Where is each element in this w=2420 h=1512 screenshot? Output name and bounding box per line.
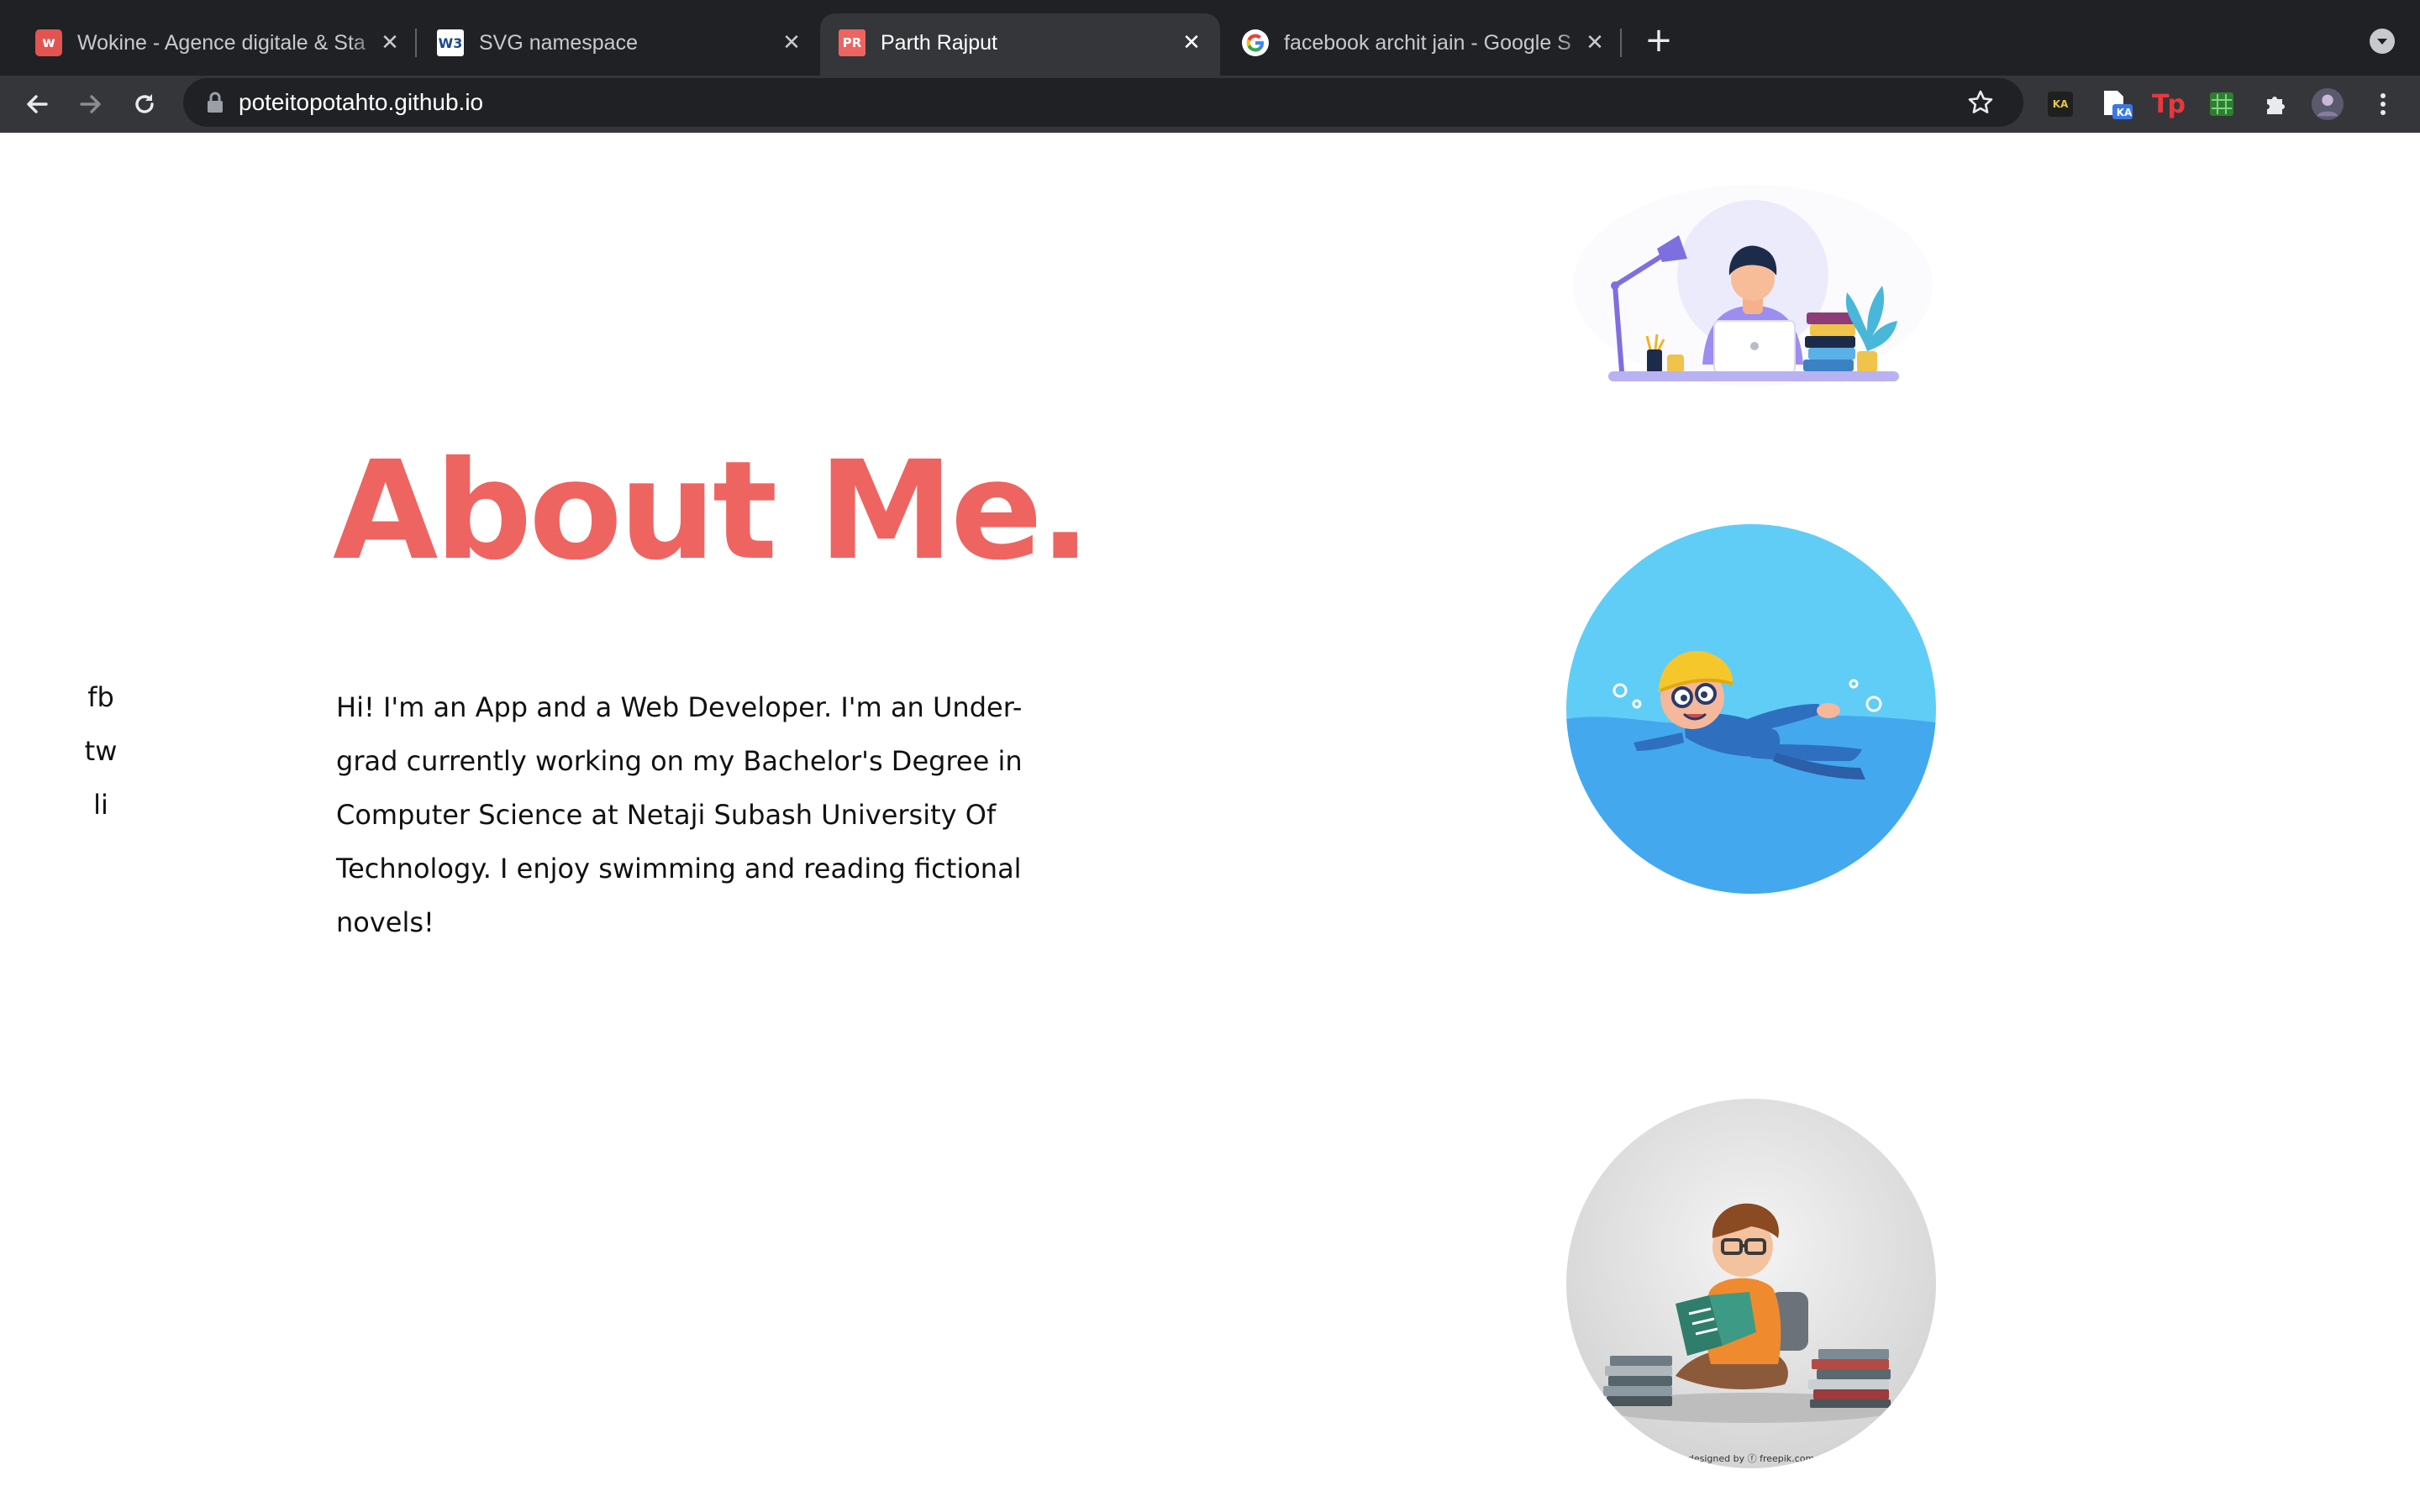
page-content: fb tw li About Me. Hi! I'm an App and a … bbox=[0, 133, 2420, 1512]
arrow-right-icon bbox=[80, 95, 101, 113]
about-paragraph: Hi! I'm an App and a Web Developer. I'm … bbox=[336, 691, 1023, 938]
social-links: fb tw li bbox=[50, 670, 151, 832]
w3c-favicon-icon: W3 bbox=[437, 29, 464, 56]
page-title: About Me. bbox=[333, 433, 1091, 591]
tab-separator bbox=[415, 29, 417, 57]
ka-badge: KA bbox=[2116, 107, 2133, 118]
reload-icon bbox=[135, 94, 154, 113]
extension-grid[interactable] bbox=[2205, 87, 2238, 121]
extensions-button[interactable] bbox=[2259, 87, 2292, 121]
tab-wokine[interactable]: w Wokine - Agence digitale & Sta ✕ bbox=[17, 13, 412, 76]
linkedin-link[interactable]: li bbox=[50, 778, 151, 832]
back-button[interactable] bbox=[18, 86, 55, 123]
tab-title: facebook archit jain - Google S bbox=[1284, 31, 1571, 55]
avatar bbox=[2311, 87, 2344, 121]
close-tab-icon[interactable]: ✕ bbox=[1581, 29, 1608, 56]
forward-button[interactable] bbox=[72, 86, 109, 123]
google-favicon-icon bbox=[1242, 29, 1269, 56]
freepik-credit: designed by ⓕ freepik.com bbox=[1687, 1453, 1815, 1464]
puzzle-piece-icon bbox=[2267, 97, 2285, 114]
tab-separator bbox=[1620, 29, 1622, 57]
close-tab-icon[interactable]: ✕ bbox=[1178, 29, 1205, 56]
tab-search-icon[interactable] bbox=[2370, 29, 2395, 54]
tab-title: Parth Rajput bbox=[881, 31, 997, 55]
arrow-left-icon bbox=[27, 95, 48, 113]
developer-at-desk-illustration bbox=[1563, 176, 1933, 395]
url-text[interactable]: poteitopotahto.github.io bbox=[239, 89, 483, 116]
twitter-link[interactable]: tw bbox=[50, 724, 151, 778]
close-tab-icon[interactable]: ✕ bbox=[778, 29, 805, 56]
kebab-menu-icon bbox=[2381, 93, 2386, 115]
tab-svg-namespace[interactable]: W3 SVG namespace ✕ bbox=[418, 13, 813, 76]
close-tab-icon[interactable]: ✕ bbox=[376, 29, 403, 56]
pr-favicon-icon: PR bbox=[839, 29, 865, 56]
facebook-link[interactable]: fb bbox=[50, 670, 151, 724]
tab-google-search[interactable]: facebook archit jain - Google S ✕ bbox=[1223, 13, 1618, 76]
new-tab-button[interactable]: + bbox=[1640, 24, 1677, 60]
ka-extension-icon: KA bbox=[2048, 92, 2073, 117]
tp-extension-icon: Tp bbox=[2152, 89, 2186, 119]
extension-ka-translate[interactable]: KA bbox=[2099, 87, 2133, 121]
tab-title: Wokine - Agence digitale & Sta bbox=[77, 31, 366, 55]
grid-extension-icon bbox=[2210, 92, 2233, 116]
browser-menu-button[interactable] bbox=[2366, 87, 2400, 121]
extension-tp[interactable]: Tp bbox=[2151, 87, 2186, 121]
address-bar[interactable]: poteitopotahto.github.io bbox=[183, 78, 2023, 127]
reader-with-books-illustration: designed by ⓕ freepik.com bbox=[1566, 1099, 1936, 1468]
reload-button[interactable] bbox=[126, 86, 163, 123]
wokine-favicon-icon: w bbox=[35, 29, 62, 56]
tab-strip: w Wokine - Agence digitale & Sta ✕ W3 SV… bbox=[0, 0, 2420, 76]
tab-title: SVG namespace bbox=[479, 31, 638, 55]
tab-parth-rajput[interactable]: PR Parth Rajput ✕ bbox=[820, 13, 1220, 76]
swimmer-illustration bbox=[1566, 524, 1936, 894]
bookmark-star-icon[interactable] bbox=[1966, 88, 1995, 117]
profile-button[interactable] bbox=[2311, 87, 2344, 121]
extension-ka-dark[interactable]: KA bbox=[2044, 87, 2077, 121]
lock-icon[interactable] bbox=[205, 91, 225, 114]
browser-toolbar: poteitopotahto.github.io KA KA Tp bbox=[0, 76, 2420, 133]
